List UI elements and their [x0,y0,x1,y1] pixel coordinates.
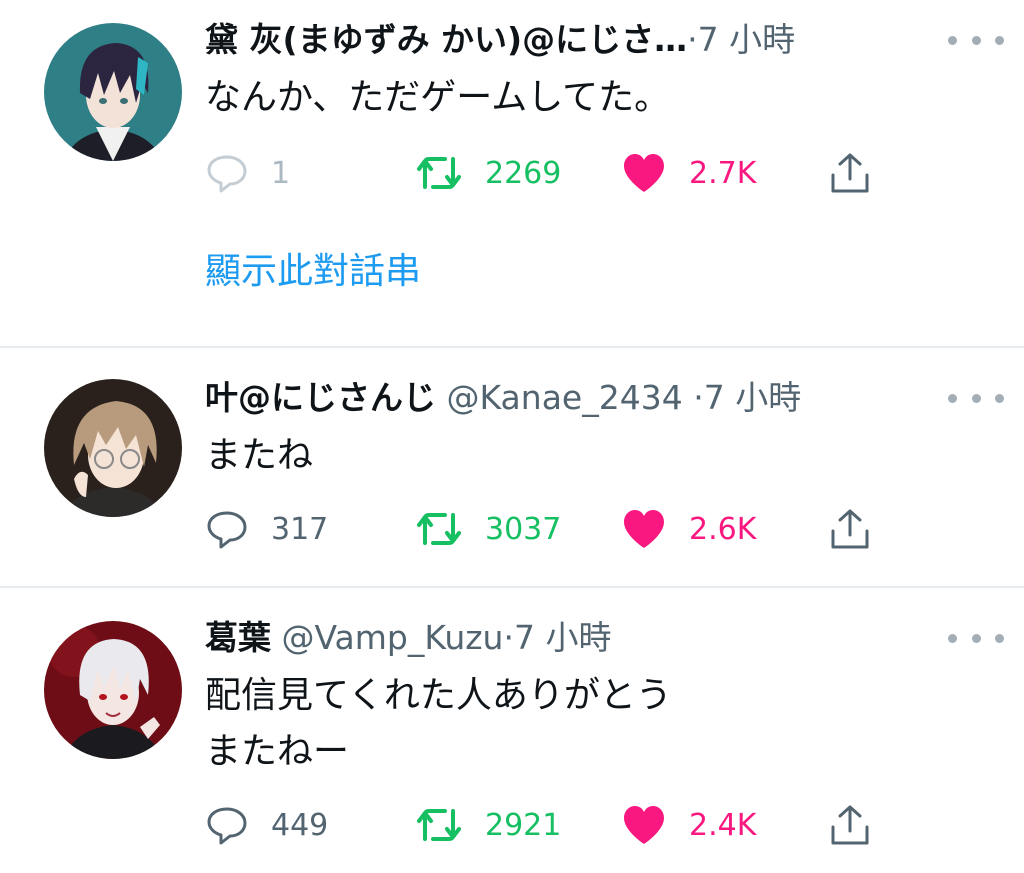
heart-icon [624,806,664,844]
reply-button[interactable]: 1 [205,148,290,198]
tweet-text: またね [205,435,314,476]
retweet-arrows-icon [417,513,461,545]
retweet-button[interactable]: 2269 [415,148,561,198]
ellipsis-icon [971,35,981,45]
heart-icon [624,510,664,548]
reply-count: 317 [271,511,329,547]
share-upload-icon [831,509,869,549]
ellipsis-icon [995,35,1004,45]
speech-bubble-icon [207,155,247,193]
retweet-count: 3037 [485,511,562,547]
heart-icon [624,154,664,192]
action-bar: 317 3037 2.6K [205,504,885,554]
speech-bubble-icon [207,807,247,845]
tweet-text-line: 配信見てくれた人ありがとう [205,675,672,716]
retweet-arrows-icon [417,157,461,189]
tweet-header: 叶@にじさんじ @Kanae_2434 ·7 小時 [205,374,904,422]
ellipsis-icon [995,393,1004,403]
action-bar: 1 2269 2.7K [205,148,885,198]
separator-dot: · [503,618,514,657]
share-upload-icon [831,153,869,193]
retweet-button[interactable]: 2921 [415,800,561,850]
reply-button[interactable]: 317 [205,504,328,554]
share-button[interactable] [827,504,873,554]
action-bar: 449 2921 2.4K [205,800,885,850]
avatar[interactable] [44,621,182,759]
separator-dot: · [687,20,698,59]
separator-dot: · [693,378,704,417]
show-thread-link[interactable]: 顯示此對話串 [205,247,421,297]
tweet-3[interactable]: 葛葉 @Vamp_Kuzu·7 小時 配信見てくれた人ありがとう またねー 44… [0,588,1024,873]
display-name[interactable]: 葛葉 [205,618,271,657]
avatar-image [44,379,182,517]
user-handle[interactable]: @Kanae_2434 [447,378,683,417]
ellipsis-icon [948,393,957,403]
like-count: 2.6K [689,511,757,547]
tweet-text-line: またねー [205,731,350,772]
more-options-button[interactable] [948,25,1004,55]
like-button[interactable]: 2.4K [621,800,756,850]
timestamp[interactable]: 7 小時 [514,618,612,657]
timestamp[interactable]: 7 小時 [704,378,802,417]
share-upload-icon [831,805,869,845]
like-button[interactable]: 2.7K [621,148,756,198]
retweet-arrows-icon [417,809,461,841]
like-count: 2.4K [689,807,757,843]
timestamp[interactable]: 7 小時 [698,20,796,59]
reply-count: 449 [271,807,329,843]
avatar-image [44,621,182,759]
reply-count: 1 [271,155,291,191]
avatar[interactable] [44,379,182,517]
retweet-count: 2269 [485,155,562,191]
user-handle[interactable]: @Vamp_Kuzu [282,618,504,657]
tweet-text: 配信見てくれた人ありがとう またねー [205,668,984,780]
ellipsis-icon [971,633,981,643]
like-count: 2.7K [689,155,757,191]
reply-button[interactable]: 449 [205,800,328,850]
display-name[interactable]: 叶@にじさんじ [205,378,436,417]
ellipsis-icon [948,35,957,45]
display-name[interactable]: 黛 灰(まゆずみ かい)@にじさ… [205,20,687,59]
share-button[interactable] [827,148,873,198]
ellipsis-icon [971,393,981,403]
tweet-text: なんか、ただゲームしてた。 [205,77,671,118]
retweet-count: 2921 [485,807,562,843]
ellipsis-icon [948,633,957,643]
tweet-header: 葛葉 @Vamp_Kuzu·7 小時 [205,614,904,662]
speech-bubble-icon [207,511,247,549]
more-options-button[interactable] [948,383,1004,413]
more-options-button[interactable] [948,623,1004,653]
ellipsis-icon [995,633,1004,643]
share-button[interactable] [827,800,873,850]
tweet-header: 黛 灰(まゆずみ かい)@にじさ…·7 小時 [205,16,904,64]
retweet-button[interactable]: 3037 [415,504,561,554]
tweet-2[interactable]: 叶@にじさんじ @Kanae_2434 ·7 小時 またね 317 3037 2… [0,348,1024,586]
avatar-image [44,23,182,161]
tweet-1[interactable]: 黛 灰(まゆずみ かい)@にじさ…·7 小時 なんか、ただゲームしてた。 1 2… [0,0,1024,346]
avatar[interactable] [44,23,182,161]
like-button[interactable]: 2.6K [621,504,756,554]
